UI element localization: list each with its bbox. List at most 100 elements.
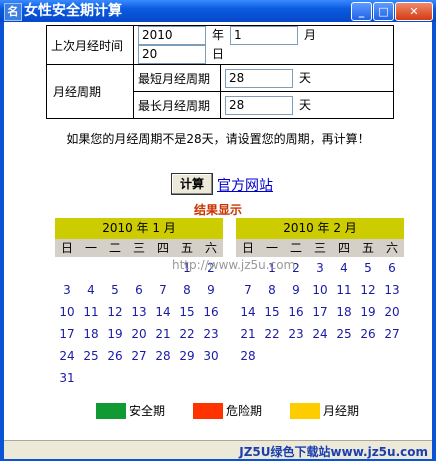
calendar-day[interactable]: 6 (127, 279, 151, 301)
calendar-day[interactable]: 26 (356, 323, 380, 345)
year-unit: 年 (212, 28, 225, 42)
shortest-cycle-input[interactable]: 28 (225, 68, 293, 88)
day-input[interactable]: 20 (138, 45, 206, 64)
calendar-day[interactable]: 11 (79, 301, 103, 323)
longest-cycle-input[interactable]: 28 (225, 95, 293, 115)
calendar-days: 1 2 3 4 5 6 7 8 9 10 11 12 13 14 15 16 17 18 19 20 21 22 23 24 2… (236, 257, 404, 367)
calendar-day[interactable]: 18 (79, 323, 103, 345)
calculate-button[interactable]: 计算 (171, 173, 213, 195)
weekday-label: 日 (241, 241, 254, 255)
calendar-day[interactable]: 23 (199, 323, 223, 345)
calendar-day[interactable]: 28 (236, 345, 260, 367)
maximize-button[interactable]: □ (373, 2, 394, 21)
calendar-day[interactable]: 3 (55, 279, 79, 301)
window-title: 女性安全期计算 (24, 3, 122, 19)
calendar-day[interactable]: 9 (199, 279, 223, 301)
weekday-label: 三 (132, 241, 145, 255)
calendar-day[interactable]: 18 (332, 301, 356, 323)
calendar-day[interactable]: 23 (284, 323, 308, 345)
site-watermark: JZ5U绿色下载站www.jz5u.com (239, 445, 428, 459)
input-form: 上次月经时间 2010 年 1 月 20 日 月经周期 最短月经周期 28 天 最长月经周期… (46, 25, 394, 119)
calendar-day[interactable]: 27 (380, 323, 404, 345)
weekday-label: 一 (84, 241, 97, 255)
calendar-day[interactable]: 12 (356, 279, 380, 301)
month-input[interactable]: 1 (230, 26, 299, 45)
calendar-day[interactable]: 5 (356, 257, 380, 279)
calendar-day[interactable]: 6 (380, 257, 404, 279)
maximize-icon: □ (378, 5, 389, 18)
calendar-day[interactable]: 10 (308, 279, 332, 301)
calendar-day[interactable]: 20 (127, 323, 151, 345)
calendar-day[interactable]: 4 (79, 279, 103, 301)
shortest-cycle-cell: 28 天 (220, 64, 394, 92)
weekday-label: 三 (313, 241, 326, 255)
legend-swatch (290, 402, 321, 419)
longest-cycle-label: 最长月经周期 (133, 91, 221, 119)
calendar-day[interactable]: 15 (260, 301, 284, 323)
calendar-day[interactable]: 15 (175, 301, 199, 323)
calendar-day[interactable]: 14 (151, 301, 175, 323)
calendar-day[interactable]: 25 (79, 345, 103, 367)
app-window: 名 女性安全期计算 _ □ ✕ 上次月经时间 2010 年 1 月20 日 月经周期 最… (0, 0, 436, 461)
year-input[interactable]: 2010 (138, 26, 206, 45)
calendar-day[interactable]: 5 (103, 279, 127, 301)
minimize-button[interactable]: _ (351, 2, 372, 21)
calendar-day[interactable]: 8 (175, 279, 199, 301)
title-bar[interactable]: 名 女性安全期计算 _ □ ✕ (0, 0, 436, 22)
calendar-day[interactable]: 24 (55, 345, 79, 367)
calendar-blank (103, 257, 127, 279)
weekday-label: 五 (361, 241, 374, 255)
calendar-day[interactable]: 3 (308, 257, 332, 279)
calendar-day[interactable]: 22 (175, 323, 199, 345)
calendar-day[interactable]: 13 (380, 279, 404, 301)
calendar-day[interactable]: 27 (127, 345, 151, 367)
weekday-label: 五 (180, 241, 193, 255)
shortest-cycle-label: 最短月经周期 (133, 64, 221, 92)
calendar-day[interactable]: 26 (103, 345, 127, 367)
weekday-label: 二 (108, 241, 121, 255)
client-area: 上次月经时间 2010 年 1 月20 日 月经周期 最短月经周期 28 天 最长月经周期… (4, 22, 432, 440)
calendar-title: 2010 年 2 月 (236, 218, 404, 239)
cycle-notice: 如果您的月经周期不是28天，请设置您的周期，再计算！ (66, 132, 370, 146)
legend-label: 月经期 (323, 404, 360, 418)
calendar-day[interactable]: 17 (55, 323, 79, 345)
calendar-day[interactable]: 20 (380, 301, 404, 323)
calendar-blank (55, 257, 79, 279)
last-period-date: 2010 年 1 月 20 日 (133, 25, 394, 65)
calendar-day[interactable]: 19 (103, 323, 127, 345)
calendar-day[interactable]: 28 (151, 345, 175, 367)
weekday-label: 六 (385, 241, 398, 255)
calendar-day[interactable]: 13 (127, 301, 151, 323)
calendar-day[interactable]: 4 (332, 257, 356, 279)
calendar-day[interactable]: 31 (55, 367, 79, 389)
calendar-day[interactable]: 25 (332, 323, 356, 345)
official-site-link[interactable]: 官方网站 (217, 175, 273, 195)
calendar-day[interactable]: 7 (151, 279, 175, 301)
calendar-day[interactable]: 19 (356, 301, 380, 323)
calendar-day[interactable]: 24 (308, 323, 332, 345)
calendar-days: 1 2 3 4 5 6 7 8 9 10 11 12 13 14 15 16 17 18 19 20 21 22 23 24 2… (55, 257, 223, 389)
calendar-day[interactable]: 9 (284, 279, 308, 301)
calendar-day[interactable]: 16 (199, 301, 223, 323)
calendar-day[interactable]: 16 (284, 301, 308, 323)
weekday-label: 日 (60, 241, 73, 255)
calendar-day[interactable]: 12 (103, 301, 127, 323)
calendar-day[interactable]: 30 (199, 345, 223, 367)
calendar-day[interactable]: 8 (260, 279, 284, 301)
app-icon: 名 (4, 3, 22, 21)
calendar-day[interactable]: 17 (308, 301, 332, 323)
calendar-day[interactable]: 7 (236, 279, 260, 301)
weekday-label: 四 (156, 241, 169, 255)
calendar-day[interactable]: 29 (175, 345, 199, 367)
calendar-day[interactable]: 11 (332, 279, 356, 301)
calendar-title: 2010 年 1 月 (55, 218, 223, 239)
calendar-day[interactable]: 14 (236, 301, 260, 323)
close-button[interactable]: ✕ (395, 2, 433, 21)
calendar-day[interactable]: 10 (55, 301, 79, 323)
weekday-label: 六 (204, 241, 217, 255)
calendar-day[interactable]: 21 (236, 323, 260, 345)
legend-swatch (193, 402, 224, 419)
last-period-label: 上次月经时间 (46, 25, 134, 65)
calendar-day[interactable]: 21 (151, 323, 175, 345)
calendar-day[interactable]: 22 (260, 323, 284, 345)
